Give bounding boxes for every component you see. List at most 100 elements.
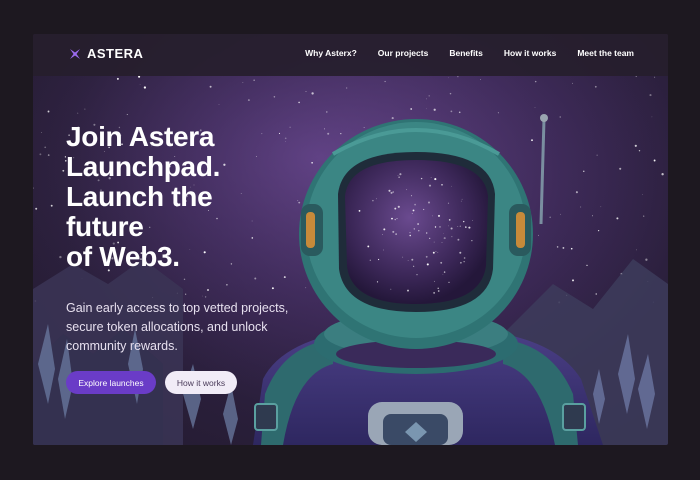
visor-star [407, 260, 409, 262]
top-navbar: ASTERA Why Asterx? Our projects Benefits… [33, 34, 668, 76]
hero-title-line: Join Astera [66, 121, 215, 152]
hero-title: Join Astera Launchpad. Launch the future… [66, 122, 326, 272]
visor-star [398, 176, 400, 178]
how-it-works-button[interactable]: How it works [165, 371, 237, 394]
visor-star [378, 258, 380, 261]
visor-star [460, 261, 462, 264]
nav-link-our-projects[interactable]: Our projects [378, 48, 429, 58]
visor-star [414, 203, 416, 206]
visor-star [376, 281, 379, 283]
visor-star [411, 258, 414, 261]
nav-link-meet-the-team[interactable]: Meet the team [577, 48, 634, 58]
visor-star [367, 245, 370, 248]
visor-star [411, 213, 413, 214]
visor-star [441, 241, 443, 243]
visor-star [413, 228, 415, 230]
visor-star [439, 226, 441, 228]
visor-star [448, 219, 451, 221]
visor-star [418, 230, 420, 232]
visor-star [412, 209, 415, 212]
nav-link-why-asterx[interactable]: Why Asterx? [305, 48, 357, 58]
visor-star [433, 241, 435, 243]
visor-star [430, 177, 432, 179]
visor-star [416, 274, 418, 276]
visor-star [433, 280, 436, 282]
visor-star [382, 234, 383, 235]
visor-star [459, 251, 462, 254]
visor-star [450, 227, 453, 230]
visor-star [433, 292, 435, 294]
visor-star [463, 257, 466, 259]
visor-star [429, 237, 431, 239]
visor-star [435, 250, 437, 253]
hero-section: ASTERA Why Asterx? Our projects Benefits… [33, 34, 668, 445]
visor-star [402, 256, 404, 258]
visor-star [463, 220, 465, 223]
visor-star [471, 240, 473, 242]
visor-star [465, 226, 467, 228]
visor-star [432, 251, 435, 254]
visor-star [390, 191, 393, 194]
visor-star [425, 255, 428, 258]
visor-star [397, 175, 399, 176]
explore-launches-button[interactable]: Explore launches [66, 371, 156, 394]
visor-star [410, 195, 413, 197]
nav-link-benefits[interactable]: Benefits [449, 48, 483, 58]
visor-star [428, 184, 432, 187]
hero-title-line: of Web3. [66, 241, 180, 272]
visor-star [392, 191, 394, 193]
visor-star [468, 226, 471, 229]
visor-star [437, 290, 440, 292]
hero-title-line: future [66, 211, 144, 242]
visor-star [442, 232, 444, 234]
visor-star [388, 189, 391, 192]
visor-star [420, 177, 423, 180]
visor-star [451, 236, 453, 238]
visor-star [392, 230, 395, 233]
visor-star [358, 210, 361, 212]
visor-star [437, 252, 439, 253]
visor-star [426, 232, 428, 234]
visor-star [427, 201, 431, 204]
visor-star [417, 223, 420, 225]
visor-star [461, 198, 463, 200]
hero-subtitle: Gain early access to top vetted projects… [66, 301, 289, 353]
visor-star [451, 185, 452, 187]
visor-star [399, 173, 402, 176]
visor-star [372, 199, 374, 202]
visor-star [426, 263, 429, 266]
brand-logo[interactable]: ASTERA [68, 46, 143, 61]
visor-star [406, 189, 408, 191]
visor-star [390, 288, 392, 290]
visor-star [413, 265, 415, 267]
visor-star [463, 261, 465, 263]
visor-star [472, 220, 473, 221]
visor-star [447, 202, 450, 204]
visor-star [391, 217, 393, 220]
visor-star [443, 271, 446, 273]
visor-star [394, 207, 397, 210]
hero-title-line: Launch the [66, 181, 213, 212]
visor-star [434, 226, 437, 228]
visor-star [383, 249, 384, 251]
visor-star [437, 287, 439, 290]
visor-star [434, 178, 437, 181]
visor-star [460, 200, 462, 202]
visor-star [431, 215, 433, 217]
visor-star [459, 225, 461, 227]
visor-star [437, 214, 441, 217]
visor-star [457, 238, 460, 241]
visor-star [394, 218, 396, 221]
nav-links: Why Asterx? Our projects Benefits How it… [305, 48, 634, 58]
visor-star [407, 289, 409, 292]
visor-star [423, 208, 425, 211]
visor-star [441, 184, 443, 186]
visor-star [395, 233, 397, 235]
visor-star [396, 218, 398, 220]
visor-star [409, 234, 411, 237]
visor-star [440, 261, 443, 264]
nav-link-how-it-works[interactable]: How it works [504, 48, 556, 58]
visor-star [409, 232, 411, 234]
visor-star [369, 259, 371, 261]
visor-star [383, 228, 386, 231]
